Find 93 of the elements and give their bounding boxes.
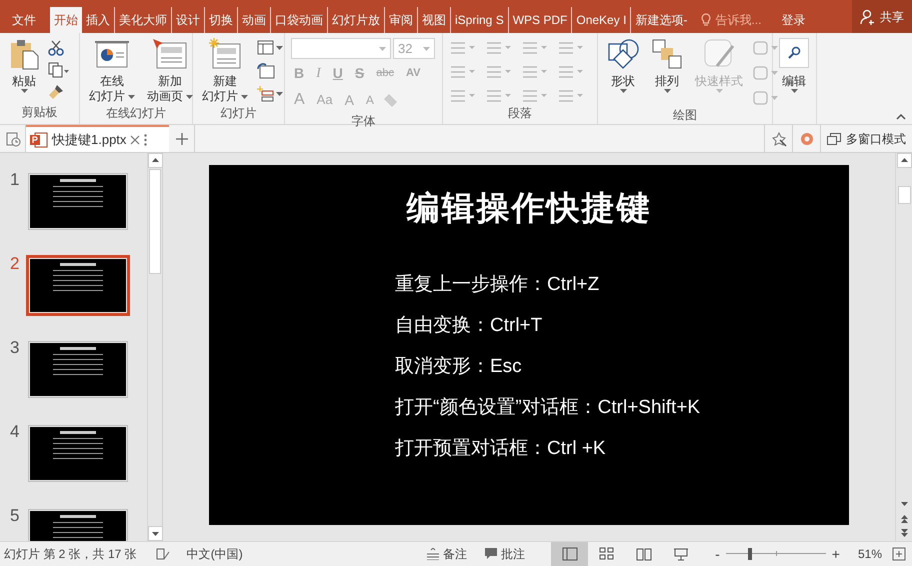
- new-slide-button[interactable]: 新建 幻灯片: [199, 38, 251, 104]
- section-icon[interactable]: [257, 86, 283, 102]
- clipboard-icon: [9, 38, 39, 70]
- slide-text-line: 取消变形：Esc: [395, 354, 523, 378]
- search-icon: [787, 46, 801, 60]
- caret-icon: [128, 94, 135, 98]
- slide-thumbnail[interactable]: [28, 341, 128, 398]
- group-label: 幻灯片: [220, 105, 258, 122]
- scroll-thumb[interactable]: [149, 169, 161, 274]
- more-options-icon[interactable]: [144, 134, 148, 146]
- lines-icon: [427, 548, 440, 560]
- group-label: 剪贴板: [20, 104, 58, 121]
- lightbulb-icon: [701, 13, 712, 27]
- caret-icon: [423, 46, 430, 50]
- slide-text-line: 重复上一步操作：Ctrl+Z: [395, 272, 600, 296]
- arrange-icon: [651, 38, 683, 70]
- copy-icon[interactable]: [48, 62, 70, 78]
- shapes-icon: [607, 38, 639, 70]
- slide-with-pointer-icon: [152, 38, 188, 70]
- notes-button[interactable]: 备注: [427, 545, 468, 563]
- caret-icon: [20, 89, 28, 93]
- zoom-out-button[interactable]: -: [713, 544, 722, 564]
- caret-icon: [620, 89, 626, 93]
- fit-to-window-icon[interactable]: [892, 547, 906, 561]
- history-icon[interactable]: [4, 130, 20, 146]
- slide-title: 编辑操作快捷键: [405, 188, 652, 228]
- sign-in-link[interactable]: 登录: [777, 7, 810, 33]
- view-icon: [562, 547, 578, 561]
- comment-icon: [485, 548, 498, 560]
- ribbon-tab[interactable]: 插入: [82, 7, 114, 33]
- slide-thumbnail[interactable]: [28, 425, 128, 482]
- group-label: 在线幻灯片: [105, 105, 167, 122]
- ribbon-tab[interactable]: 开始: [50, 7, 82, 33]
- ribbon-tab[interactable]: 文件: [0, 7, 48, 33]
- group-label: 字体: [350, 113, 376, 130]
- flower-icon[interactable]: [798, 130, 814, 146]
- slide-number: 4: [10, 423, 20, 441]
- caret-icon: [241, 94, 248, 98]
- brush-style-icon: [703, 38, 735, 70]
- multi-window-button[interactable]: 多窗口模式: [820, 125, 912, 152]
- ribbon-button[interactable]: 排列: [648, 38, 686, 93]
- caret-icon: [664, 89, 670, 93]
- slider-thumb[interactable]: [748, 548, 752, 560]
- slide-thumbnail[interactable]: [26, 255, 130, 316]
- share-button[interactable]: 共享: [852, 0, 912, 33]
- collapse-ribbon-icon[interactable]: [896, 114, 906, 120]
- caret-icon: [379, 46, 386, 50]
- slide-number: 5: [10, 507, 20, 525]
- zoom-slider[interactable]: [726, 548, 826, 560]
- layout-icon[interactable]: [257, 40, 283, 56]
- view-icon: [672, 547, 689, 561]
- slide-thumbnail[interactable]: [28, 173, 128, 230]
- slide-text-line: 打开预置对话框：Ctrl +K: [395, 436, 607, 460]
- zoom-percent-text[interactable]: 51%: [858, 545, 882, 563]
- scissors-icon[interactable]: [48, 40, 64, 56]
- reset-icon[interactable]: [257, 63, 275, 79]
- zoom-in-button[interactable]: +: [830, 544, 842, 564]
- scroll-thumb[interactable]: [898, 186, 910, 204]
- new-slide-icon: [209, 38, 241, 70]
- normal-view-button[interactable]: [551, 542, 588, 566]
- spell-check-icon[interactable]: [154, 547, 171, 561]
- group-label: 绘图: [672, 107, 698, 124]
- caret-icon: [790, 89, 798, 93]
- ribbon-button[interactable]: 在线 幻灯片: [86, 38, 138, 104]
- document-tab[interactable]: 快捷键1.pptx: [26, 125, 169, 152]
- magic-wand-icon[interactable]: [770, 130, 786, 146]
- presentation-file-icon: [30, 132, 48, 148]
- slide-number: 2: [10, 255, 20, 273]
- view-icon: [598, 547, 615, 561]
- caret-icon: [716, 89, 722, 93]
- slide-number: 3: [10, 339, 20, 357]
- close-icon[interactable]: [130, 134, 140, 144]
- paintbrush-icon[interactable]: [48, 84, 64, 100]
- person-plus-icon: [860, 8, 876, 24]
- ribbon-button[interactable]: 形状: [604, 38, 642, 93]
- language-text[interactable]: 中文(中国): [186, 545, 243, 563]
- windows-icon: [827, 132, 841, 144]
- scrollbar[interactable]: [147, 153, 162, 541]
- slide-count-text: 幻灯片 第 2 张，共 17 张: [3, 546, 137, 563]
- slide-text-line: 自由变换：Ctrl+T: [395, 314, 544, 338]
- font-name-field[interactable]: [291, 38, 391, 59]
- group-label: 段落: [507, 105, 533, 122]
- caret-icon: [186, 94, 193, 98]
- slide-number: 1: [10, 171, 20, 189]
- plus-icon[interactable]: [176, 132, 188, 144]
- view-icon: [636, 547, 652, 561]
- presentation-chart-icon: [94, 38, 130, 70]
- paste-button[interactable]: 粘贴: [6, 38, 42, 93]
- ribbon-button[interactable]: 新加 动画页: [144, 38, 196, 104]
- comments-button[interactable]: 批注: [485, 545, 526, 563]
- tell-me-field[interactable]: 告诉我...: [715, 11, 774, 29]
- scrollbar[interactable]: [895, 153, 912, 541]
- slide-text-line: 打开“颜色设置”对话框：Ctrl+Shift+K: [395, 396, 702, 420]
